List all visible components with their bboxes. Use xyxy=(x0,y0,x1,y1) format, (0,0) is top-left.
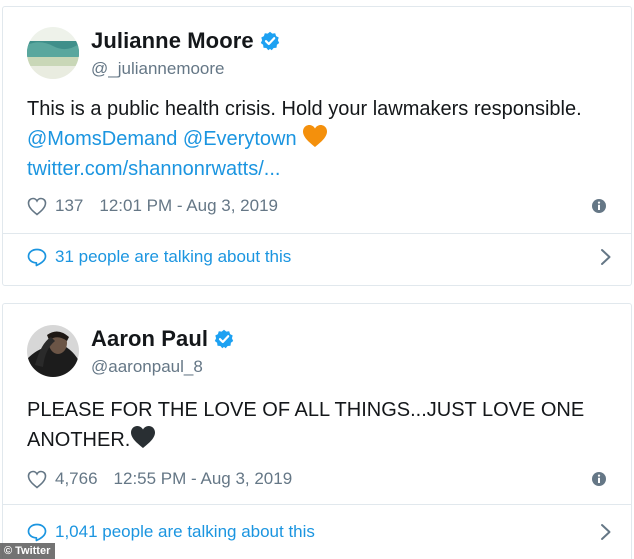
timestamp[interactable]: 12:55 PM - Aug 3, 2019 xyxy=(114,469,293,489)
avatar[interactable] xyxy=(27,27,79,79)
speech-bubble-icon xyxy=(27,523,47,542)
tweet-card-julianne-moore[interactable]: Julianne Moore @_juliannemoore This is a… xyxy=(2,6,632,286)
credit-label: Twitter xyxy=(15,545,51,557)
heart-icon[interactable] xyxy=(27,197,47,216)
handle[interactable]: @_juliannemoore xyxy=(91,59,280,79)
divider xyxy=(3,504,631,505)
tweet-text: This is a public health crisis. Hold you… xyxy=(27,94,601,184)
chevron-right-icon xyxy=(599,522,613,542)
chevron-right-icon xyxy=(599,247,613,267)
heart-icon[interactable] xyxy=(27,470,47,489)
tweet-header: Julianne Moore @_juliannemoore xyxy=(27,27,280,79)
tweet-text-body: PLEASE FOR THE LOVE OF ALL THINGS...JUST… xyxy=(27,399,585,451)
name-row: Aaron Paul xyxy=(91,326,234,352)
talking-about-link[interactable]: 31 people are talking about this xyxy=(27,247,613,267)
mention-moms-demand[interactable]: @MomsDemand xyxy=(27,128,177,150)
display-name[interactable]: Aaron Paul xyxy=(91,326,208,352)
orange-heart-emoji-icon xyxy=(302,124,328,148)
mention-everytown[interactable]: @Everytown xyxy=(183,128,297,150)
page: Julianne Moore @_juliannemoore This is a… xyxy=(0,0,634,559)
avatar[interactable] xyxy=(27,325,79,377)
talking-about-link[interactable]: 1,041 people are talking about this xyxy=(27,522,613,542)
speech-bubble-icon xyxy=(27,248,47,267)
name-block: Julianne Moore @_juliannemoore xyxy=(91,28,280,79)
tweet-header: Aaron Paul @aaronpaul_8 xyxy=(27,325,234,377)
name-row: Julianne Moore xyxy=(91,28,280,54)
display-name[interactable]: Julianne Moore xyxy=(91,28,254,54)
like-count[interactable]: 137 xyxy=(55,196,83,216)
tweet-card-aaron-paul[interactable]: Aaron Paul @aaronpaul_8 PLEASE FOR THE L… xyxy=(2,303,632,559)
tweet-text: PLEASE FOR THE LOVE OF ALL THINGS...JUST… xyxy=(27,395,601,455)
talking-about-text: 31 people are talking about this xyxy=(55,247,292,266)
copyright-symbol: © xyxy=(4,545,13,557)
like-count[interactable]: 4,766 xyxy=(55,469,98,489)
tweet-meta: 4,766 12:55 PM - Aug 3, 2019 xyxy=(27,469,607,489)
name-block: Aaron Paul @aaronpaul_8 xyxy=(91,326,234,377)
verified-badge-icon xyxy=(260,31,280,51)
handle[interactable]: @aaronpaul_8 xyxy=(91,357,234,377)
tweet-link[interactable]: twitter.com/shannonrwatts/... xyxy=(27,158,280,180)
tweet-meta: 137 12:01 PM - Aug 3, 2019 xyxy=(27,196,607,216)
image-credit: © Twitter xyxy=(0,543,56,559)
black-heart-emoji-icon xyxy=(130,425,156,449)
info-icon[interactable] xyxy=(591,198,607,214)
timestamp[interactable]: 12:01 PM - Aug 3, 2019 xyxy=(99,196,278,216)
verified-badge-icon xyxy=(214,329,234,349)
tweet-text-body: This is a public health crisis. Hold you… xyxy=(27,98,582,120)
talking-about-text: 1,041 people are talking about this xyxy=(55,522,315,541)
info-icon[interactable] xyxy=(591,471,607,487)
divider xyxy=(3,233,631,234)
